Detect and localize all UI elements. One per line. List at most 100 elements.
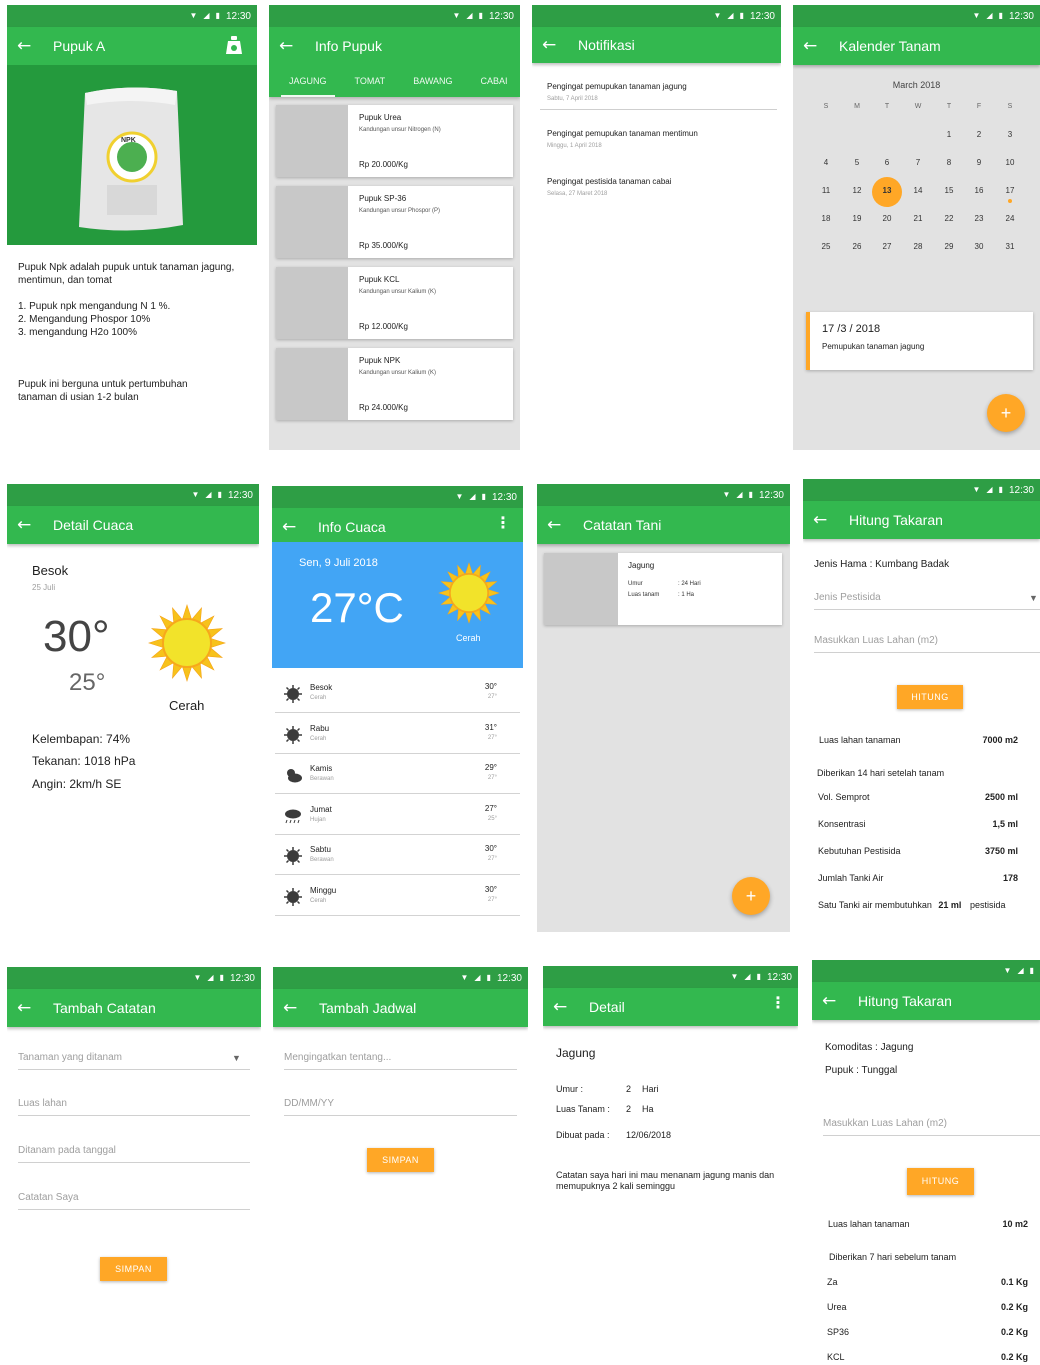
screen-tambah-jadwal: ▼ ◢ ▮ 12:30 ← Tambah Jadwal Mengingatkan te… — [273, 967, 528, 1365]
list-item[interactable]: Jumat Hujan 27° 25° — [275, 795, 520, 835]
add-button[interactable]: + — [987, 394, 1025, 432]
list-item[interactable]: Besok Cerah 30° 27° — [275, 673, 520, 713]
list-item[interactable]: Rabu Cerah 31° 27° — [275, 714, 520, 754]
save-button[interactable]: SIMPAN — [100, 1257, 167, 1281]
calculate-button[interactable]: HITUNG — [897, 685, 963, 709]
calendar-day[interactable]: 21 — [908, 214, 928, 223]
weather-condition: Cerah — [169, 698, 205, 713]
calendar-day[interactable]: 29 — [939, 242, 959, 251]
area-input[interactable]: Masukkan Luas Lahan (m2) — [814, 635, 1040, 653]
forecast-low: 25° — [487, 815, 497, 822]
sun-ray — [211, 638, 226, 648]
notification-text[interactable]: Pengingat pemupukan tanaman mentimun — [547, 129, 698, 138]
dropdown-arrow-icon[interactable]: ▼ — [1029, 593, 1038, 603]
screen-hitung-pestisida: ▼ ◢ ▮ 12:30 ← Hitung Takaran Jenis Hama : K… — [803, 479, 1040, 924]
pesticide-select[interactable]: Jenis Pestisida — [814, 592, 1040, 610]
tab-bawang[interactable]: BAWANG — [399, 65, 466, 97]
back-arrow-icon[interactable]: ← — [813, 510, 835, 530]
area-input[interactable]: Luas lahan — [18, 1098, 250, 1116]
notification-text[interactable]: Pengingat pemupukan tanaman jagung — [547, 82, 687, 91]
calendar-day[interactable]: 3 — [1000, 130, 1020, 139]
calendar-day[interactable]: 5 — [847, 158, 867, 167]
area-input[interactable]: Masukkan Luas Lahan (m2) — [823, 1118, 1040, 1136]
calendar-day[interactable]: 11 — [816, 186, 836, 195]
list-item[interactable]: Minggu Cerah 30° 27° — [275, 876, 520, 916]
calendar-day[interactable]: 10 — [1000, 158, 1020, 167]
fertilizer-type: Pupuk : Tunggal — [825, 1065, 898, 1076]
calendar-day[interactable]: 30 — [969, 242, 989, 251]
calendar-day[interactable]: 23 — [969, 214, 989, 223]
note-input[interactable]: Catatan Saya — [18, 1192, 250, 1210]
back-arrow-icon[interactable]: ← — [17, 515, 39, 535]
result-label: Kebutuhan Pestisida — [818, 846, 901, 856]
calendar-day[interactable]: 1 — [939, 130, 959, 139]
calendar-day[interactable]: 14 — [908, 186, 928, 195]
battery-icon: ▮ — [1029, 966, 1034, 975]
list-item[interactable]: Kamis Berawan 29° 27° — [275, 754, 520, 794]
more-vert-icon[interactable]: ⋮ — [770, 996, 786, 1012]
calculate-button[interactable]: HITUNG — [907, 1168, 974, 1195]
calendar-day[interactable]: 7 — [908, 158, 928, 167]
calendar-day[interactable]: 8 — [939, 158, 959, 167]
tab-jagung[interactable]: JAGUNG — [275, 65, 341, 97]
back-arrow-icon[interactable]: ← — [17, 998, 39, 1018]
calendar-day[interactable]: 25 — [816, 242, 836, 251]
calendar-day[interactable]: 13 — [877, 186, 897, 195]
tab-cabai[interactable]: CABAI — [467, 65, 520, 97]
back-arrow-icon[interactable]: ← — [279, 36, 301, 56]
calendar-day[interactable]: 15 — [939, 186, 959, 195]
back-arrow-icon[interactable]: ← — [283, 998, 305, 1018]
calendar-day[interactable]: 27 — [877, 242, 897, 251]
calendar-day[interactable]: 19 — [847, 214, 867, 223]
temp-high: 30° — [43, 612, 110, 661]
status-bar: ▼ ◢ ▮ 12:30 — [272, 486, 523, 508]
calendar-day[interactable]: 6 — [877, 158, 897, 167]
reminder-input[interactable]: Mengingatkan tentang... — [284, 1052, 517, 1070]
list-item[interactable]: Pupuk SP-36 Kandungan unsur Phospor (P) … — [276, 186, 513, 258]
calendar-day[interactable]: 20 — [877, 214, 897, 223]
item-price: Rp 24.000/Kg — [359, 403, 408, 412]
given-text: Diberikan 14 hari setelah tanam — [817, 768, 945, 778]
back-arrow-icon[interactable]: ← — [803, 36, 825, 56]
calendar-day[interactable]: 31 — [1000, 242, 1020, 251]
list-item[interactable]: Pupuk Urea Kandungan unsur Nitrogen (N) … — [276, 105, 513, 177]
event-card[interactable]: 17 /3 / 2018 Pemupukan tanaman jagung — [806, 312, 1033, 370]
page-title: Pupuk A — [53, 38, 106, 54]
calendar-day[interactable]: 22 — [939, 214, 959, 223]
calendar-day[interactable]: 16 — [969, 186, 989, 195]
forecast-day: Kamis — [310, 764, 333, 773]
calendar-day[interactable]: 24 — [1000, 214, 1020, 223]
back-arrow-icon[interactable]: ← — [282, 517, 304, 537]
back-arrow-icon[interactable]: ← — [822, 991, 844, 1011]
scale-icon[interactable] — [223, 34, 245, 56]
more-vert-icon[interactable]: ⋮ — [495, 516, 511, 532]
list-item[interactable]: Jagung Umur : 24 Hari Luas tanam : 1 Ha — [544, 553, 782, 625]
forecast-day: Minggu — [310, 885, 337, 895]
calendar-day[interactable]: 12 — [847, 186, 867, 195]
back-arrow-icon[interactable]: ← — [17, 36, 39, 56]
list-item[interactable]: Pupuk NPK Kandungan unsur Kalium (K) Rp … — [276, 348, 513, 420]
calendar-day[interactable]: 17 — [1000, 186, 1020, 195]
plant-select[interactable]: Tanaman yang ditanam — [18, 1052, 250, 1070]
result-value: 3750 ml — [984, 846, 1018, 856]
notification-text[interactable]: Pengingat pestisida tanaman cabai — [547, 177, 672, 186]
calendar-day[interactable]: 2 — [969, 130, 989, 139]
dropdown-arrow-icon[interactable]: ▼ — [232, 1053, 241, 1063]
back-arrow-icon[interactable]: ← — [553, 997, 575, 1017]
calendar-day[interactable]: 9 — [969, 158, 989, 167]
sun-ray — [465, 562, 473, 574]
add-button[interactable]: + — [732, 877, 770, 915]
date-input[interactable]: Ditanam pada tanggal — [18, 1145, 250, 1163]
back-arrow-icon[interactable]: ← — [542, 35, 564, 55]
list-item[interactable]: Sabtu Berawan 30° 27° — [275, 835, 520, 875]
date-input[interactable]: DD/MM/YY — [284, 1098, 517, 1116]
save-button[interactable]: SIMPAN — [367, 1148, 434, 1172]
back-arrow-icon[interactable]: ← — [547, 515, 569, 535]
tab-tomat[interactable]: TOMAT — [341, 65, 400, 97]
calendar-day[interactable]: 18 — [816, 214, 836, 223]
calendar-day[interactable]: 28 — [908, 242, 928, 251]
list-item[interactable]: Pupuk KCL Kandungan unsur Kalium (K) Rp … — [276, 267, 513, 339]
calendar-day[interactable]: 4 — [816, 158, 836, 167]
calendar-day[interactable]: 26 — [847, 242, 867, 251]
forecast-high: 29° — [484, 763, 497, 772]
